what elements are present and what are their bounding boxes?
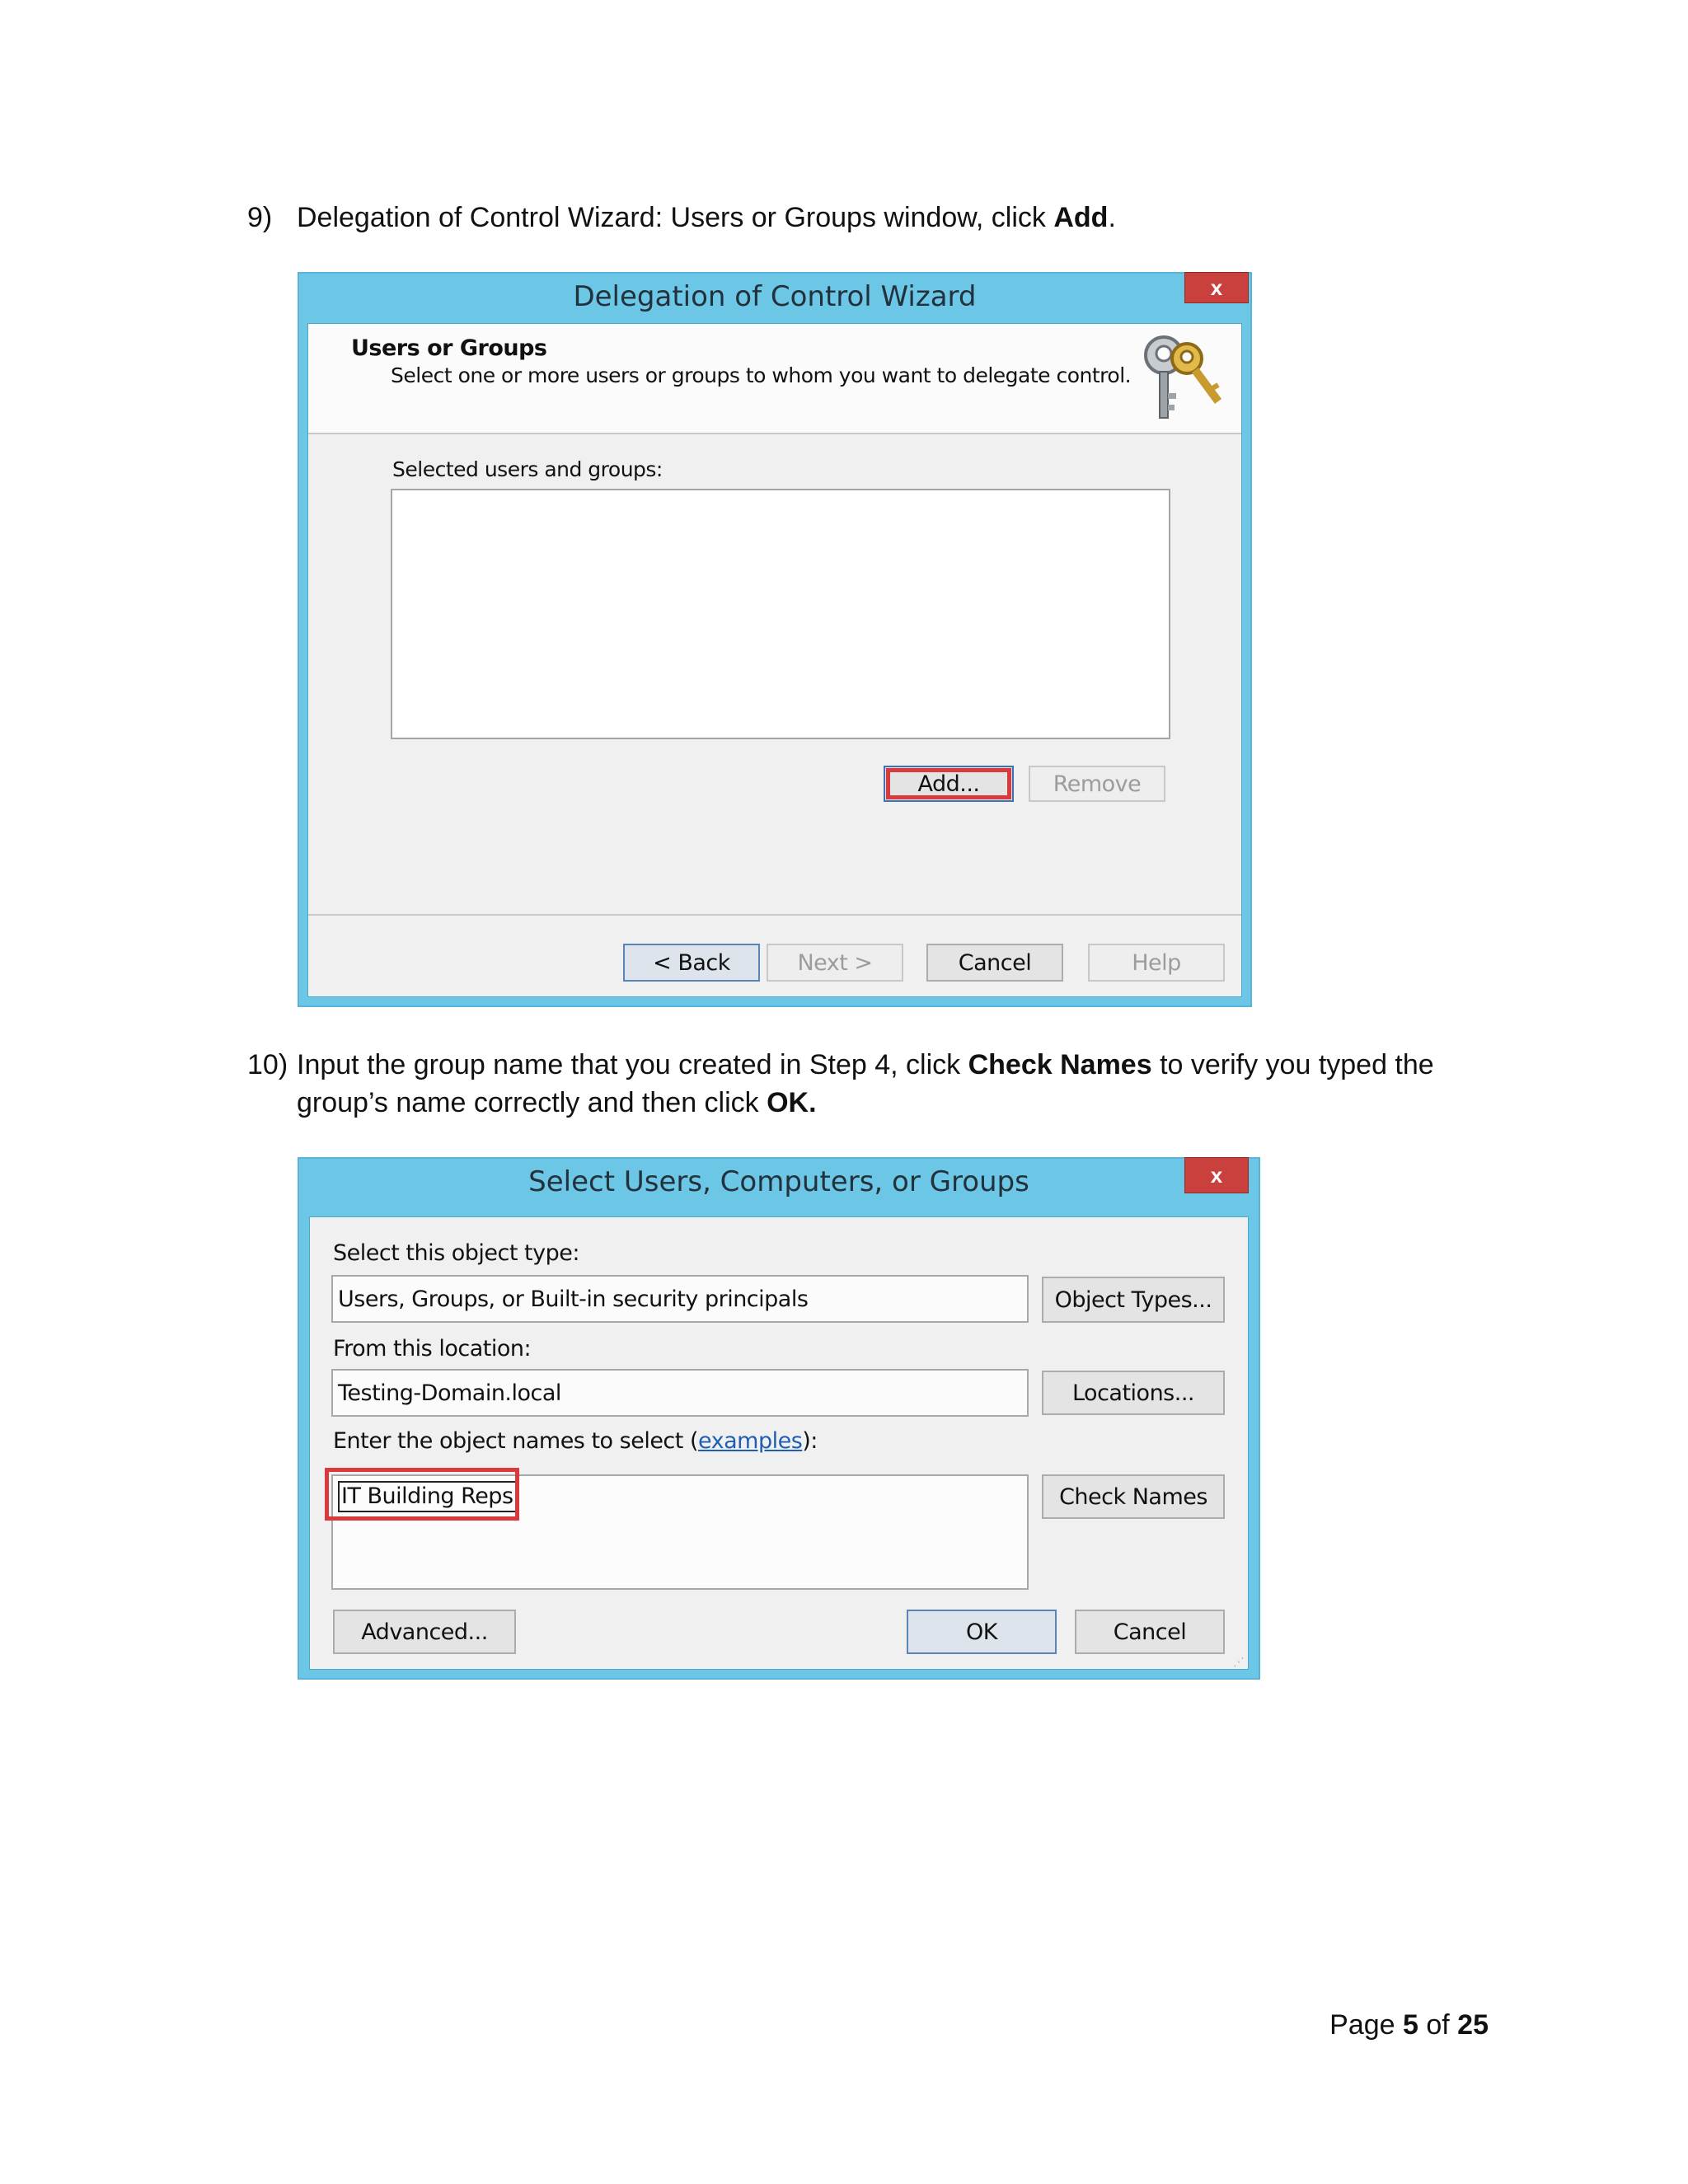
object-names-label: Enter the object names to select (exampl… bbox=[333, 1428, 818, 1454]
step-text-line-2: group’s name correctly and then click OK… bbox=[297, 1087, 817, 1118]
selected-users-label: Selected users and groups: bbox=[392, 457, 663, 481]
location-label: From this location: bbox=[333, 1336, 532, 1361]
ok-button[interactable]: OK bbox=[907, 1610, 1057, 1654]
help-button[interactable]: Help bbox=[1088, 944, 1225, 982]
close-button[interactable]: x bbox=[1184, 272, 1249, 303]
cancel-button[interactable]: Cancel bbox=[1075, 1610, 1225, 1654]
close-button[interactable]: x bbox=[1184, 1157, 1249, 1193]
keys-icon bbox=[1139, 332, 1225, 423]
wizard-header: Users or Groups Select one or more users… bbox=[308, 324, 1241, 434]
object-names-highlight bbox=[325, 1468, 519, 1521]
object-type-label: Select this object type: bbox=[333, 1240, 579, 1266]
examples-link[interactable]: examples bbox=[698, 1428, 803, 1454]
step-number: 10) bbox=[247, 1049, 288, 1080]
dialog-client-area: Select this object type: Users, Groups, … bbox=[309, 1216, 1249, 1670]
next-button[interactable]: Next > bbox=[767, 944, 903, 982]
cancel-button[interactable]: Cancel bbox=[926, 944, 1063, 982]
back-button[interactable]: < Back bbox=[623, 944, 760, 982]
object-type-field[interactable]: Users, Groups, or Built-in security prin… bbox=[331, 1275, 1029, 1323]
object-types-button[interactable]: Object Types... bbox=[1042, 1277, 1225, 1323]
window-title: Select Users, Computers, or Groups bbox=[528, 1165, 1029, 1198]
add-button-highlight bbox=[886, 768, 1011, 799]
wizard-client-area: Users or Groups Select one or more users… bbox=[307, 323, 1242, 997]
footer-divider bbox=[308, 914, 1241, 916]
wizard-heading: Users or Groups bbox=[351, 335, 547, 361]
select-users-dialog: Select Users, Computers, or Groups x Sel… bbox=[298, 1157, 1260, 1680]
step-text: Delegation of Control Wizard: Users or G… bbox=[297, 202, 1116, 233]
wizard-subheading: Select one or more users or groups to wh… bbox=[391, 363, 1132, 387]
window-title: Delegation of Control Wizard bbox=[573, 280, 977, 313]
selected-users-list[interactable] bbox=[391, 489, 1170, 739]
location-field[interactable]: Testing-Domain.local bbox=[331, 1369, 1029, 1417]
step-number: 9) bbox=[247, 202, 273, 233]
locations-button[interactable]: Locations... bbox=[1042, 1371, 1225, 1415]
step-text-line-1: Input the group name that you created in… bbox=[297, 1049, 1434, 1080]
advanced-button[interactable]: Advanced... bbox=[333, 1610, 516, 1654]
delegation-wizard-window: Delegation of Control Wizard x Users or … bbox=[298, 272, 1252, 1007]
check-names-button[interactable]: Check Names bbox=[1042, 1474, 1225, 1519]
resize-grip-icon[interactable]: ⋰ bbox=[1233, 1656, 1245, 1667]
remove-button[interactable]: Remove bbox=[1029, 766, 1165, 802]
page-number: Page 5 of 25 bbox=[1329, 2009, 1489, 2041]
